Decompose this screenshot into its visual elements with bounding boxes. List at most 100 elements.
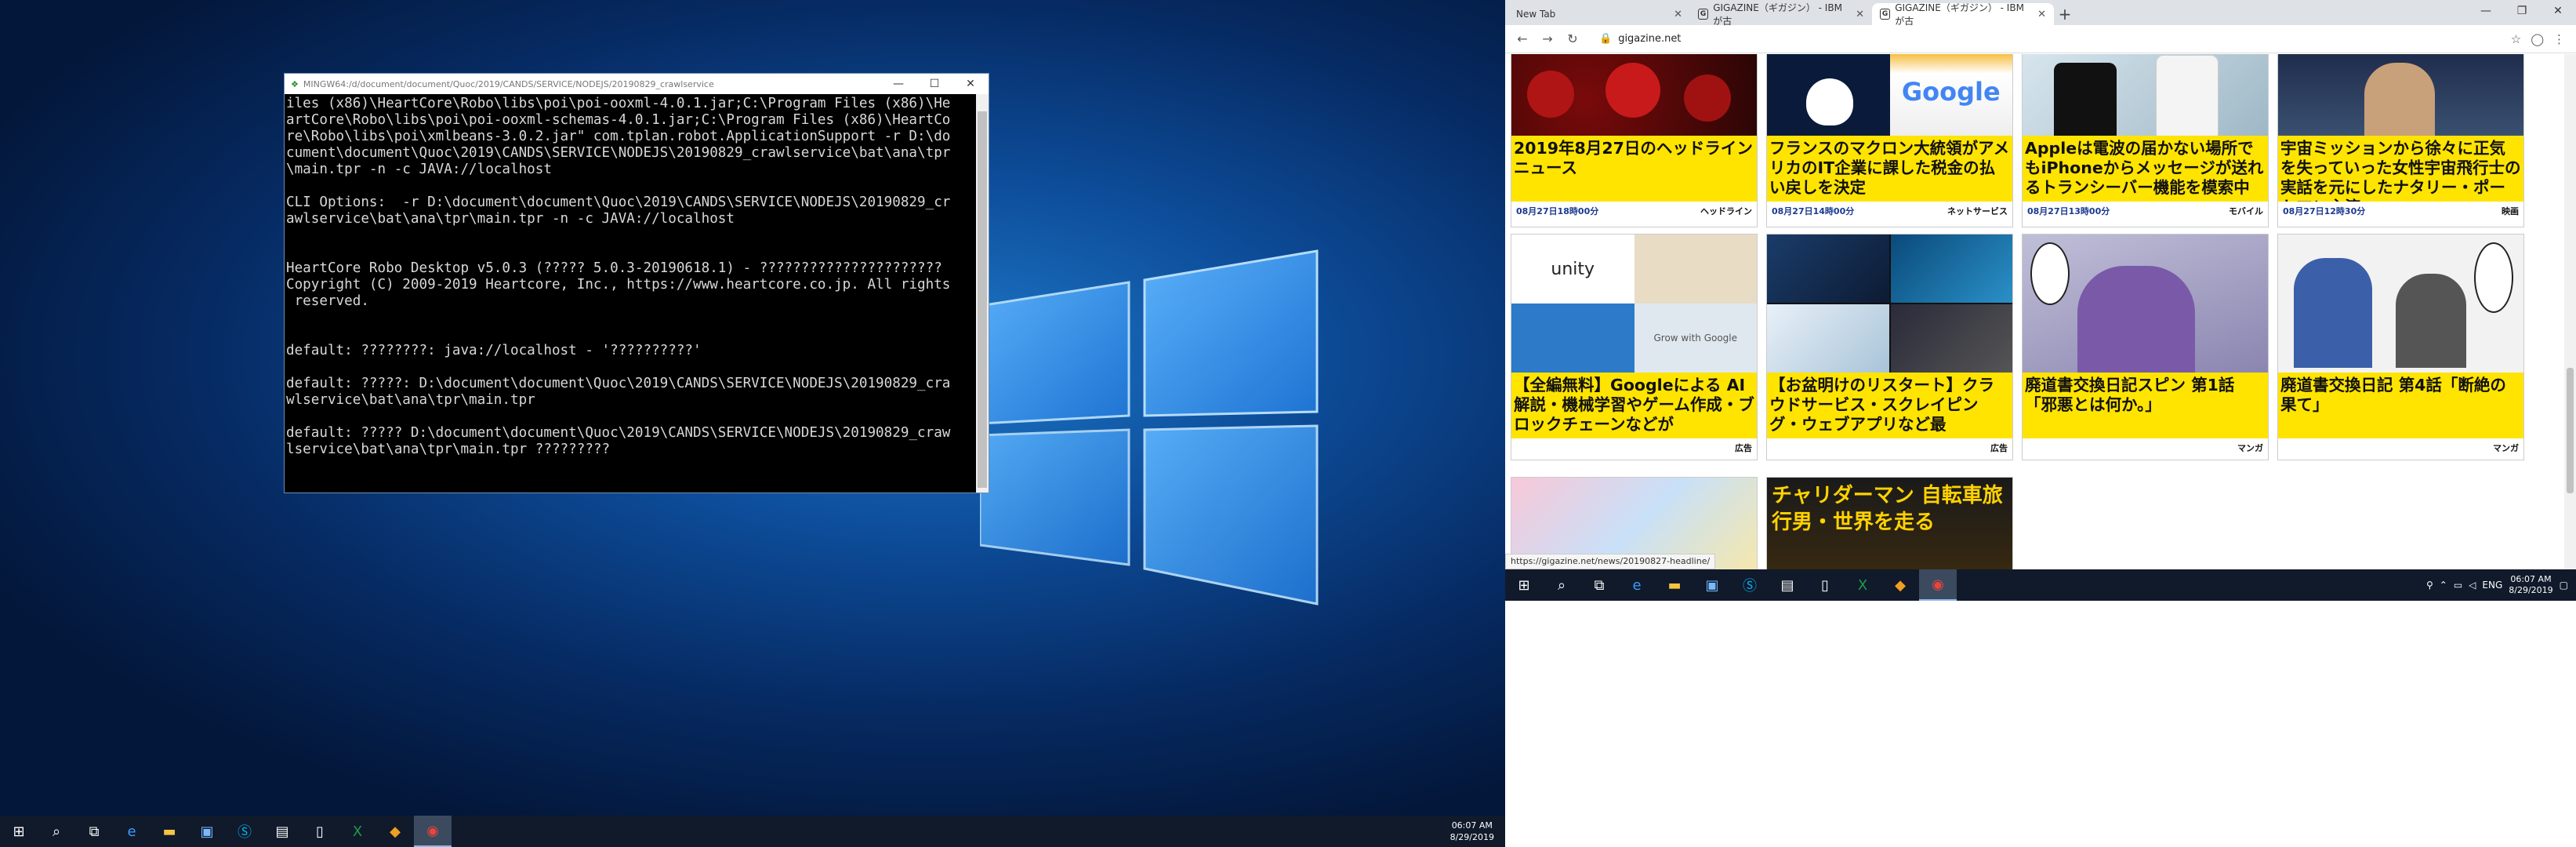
terminal-window[interactable]: ❖ MINGW64:/d/document/document/Quoc/2019… bbox=[284, 73, 989, 493]
app-icon[interactable]: ▤ bbox=[263, 816, 301, 847]
notification-icon[interactable]: ▢ bbox=[2560, 580, 2568, 591]
reload-icon[interactable]: ↻ bbox=[1562, 31, 1584, 46]
notepad-icon[interactable]: ▯ bbox=[1806, 569, 1844, 601]
terminal-titlebar[interactable]: ❖ MINGW64:/d/document/document/Quoc/2019… bbox=[285, 74, 989, 94]
network-icon[interactable]: ▭ bbox=[2454, 580, 2462, 591]
windows-start-icon[interactable]: ⊞ bbox=[0, 816, 38, 847]
maximize-button[interactable]: ☐ bbox=[916, 78, 952, 90]
article-category[interactable]: マンガ bbox=[2493, 442, 2519, 453]
windows-start-icon[interactable]: ⊞ bbox=[1505, 569, 1543, 601]
scrollbar-thumb[interactable] bbox=[978, 111, 987, 488]
remote-desktop-icon[interactable]: ▣ bbox=[188, 816, 226, 847]
article-title[interactable]: 廃道書交換日記 第4話「断絶の果て」 bbox=[2278, 373, 2523, 438]
git-icon[interactable]: ◆ bbox=[1881, 569, 1919, 601]
article-thumbnail[interactable] bbox=[2278, 234, 2523, 373]
search-icon[interactable]: ⌕ bbox=[1543, 569, 1580, 601]
article-card[interactable]: 廃道書交換日記 第4話「断絶の果て」 マンガ bbox=[2277, 234, 2524, 460]
article-card[interactable]: 宇宙ミッションから徐々に正気を失っていった女性宇宙飛行士の実話を元にしたナタリー… bbox=[2277, 54, 2524, 227]
terminal-scrollbar[interactable] bbox=[976, 94, 989, 493]
menu-icon[interactable]: ⋮ bbox=[2553, 32, 2565, 46]
article-title[interactable]: フランスのマクロン大統領がアメリカのIT企業に課した税金の払い戻しを決定 bbox=[1767, 136, 2012, 202]
article-thumbnail[interactable] bbox=[2278, 54, 2523, 136]
lock-icon: 🔒 bbox=[1599, 33, 1613, 45]
skype-icon[interactable]: Ⓢ bbox=[226, 816, 263, 847]
article-thumbnail[interactable]: unity Grow with Google bbox=[1511, 234, 1757, 373]
close-tab-icon[interactable]: ✕ bbox=[1674, 9, 1682, 20]
article-thumbnail[interactable] bbox=[1767, 234, 2012, 373]
forward-icon[interactable]: → bbox=[1537, 31, 1558, 46]
article-card[interactable]: 廃道書交換日記スピン 第1話「邪悪とは何か。」 マンガ bbox=[2022, 234, 2269, 460]
article-category[interactable]: モバイル bbox=[2229, 205, 2263, 216]
article-thumbnail[interactable]: Google bbox=[1767, 54, 2012, 136]
article-category[interactable]: マンガ bbox=[2237, 442, 2263, 453]
article-date: 08月27日13時00分 bbox=[2027, 206, 2110, 216]
file-explorer-icon[interactable]: ▬ bbox=[151, 816, 188, 847]
article-card[interactable]: チャリダーマン 自転車旅行男・世界を走る bbox=[1766, 477, 2013, 569]
skype-icon[interactable]: Ⓢ bbox=[1731, 569, 1769, 601]
close-tab-icon[interactable]: ✕ bbox=[1856, 9, 1864, 20]
tab-strip: New Tab ✕ G GIGAZINE（ギガジン） - IBMが古 ✕ G G… bbox=[1505, 0, 2576, 27]
search-icon[interactable]: ⌕ bbox=[38, 816, 75, 847]
article-title[interactable]: 2019年8月27日のヘッドラインニュース bbox=[1511, 136, 1757, 202]
minimize-button[interactable]: — bbox=[880, 78, 916, 90]
article-title[interactable]: 廃道書交換日記スピン 第1話「邪悪とは何か。」 bbox=[2023, 373, 2268, 438]
close-button[interactable]: ✕ bbox=[952, 78, 989, 90]
profile-icon[interactable]: ◯ bbox=[2531, 32, 2544, 46]
desktop-left: ❖ MINGW64:/d/document/document/Quoc/2019… bbox=[0, 0, 1505, 847]
task-view-icon[interactable]: ⧉ bbox=[1580, 569, 1618, 601]
article-card[interactable]: 2019年8月27日のヘッドラインニュース 08月27日18時00分 ヘッドライン bbox=[1511, 54, 1758, 227]
article-category[interactable]: 映画 bbox=[2502, 205, 2519, 216]
clock[interactable]: 06:07 AM 8/29/2019 bbox=[2509, 574, 2552, 596]
article-title[interactable]: 【お盆明けのリスタート】クラウドサービス・スクレイピング・ウェブアプリなど最 bbox=[1767, 373, 2012, 438]
chrome-icon[interactable]: ◉ bbox=[414, 816, 452, 847]
tab-gigazine-1[interactable]: G GIGAZINE（ギガジン） - IBMが古 ✕ bbox=[1690, 2, 1872, 27]
scrollbar-thumb[interactable] bbox=[2567, 368, 2574, 493]
minimize-button[interactable]: — bbox=[2468, 0, 2504, 22]
restore-button[interactable]: ❐ bbox=[2504, 0, 2540, 22]
app-icon[interactable]: ▤ bbox=[1769, 569, 1806, 601]
page-scrollbar[interactable] bbox=[2564, 54, 2576, 569]
tab-gigazine-2[interactable]: G GIGAZINE（ギガジン） - IBMが古 ✕ bbox=[1872, 2, 2054, 27]
article-category[interactable]: 広告 bbox=[1990, 442, 2008, 453]
terminal-output[interactable]: iles (x86)\HeartCore\Robo\libs\poi\poi-o… bbox=[285, 94, 976, 493]
article-card[interactable]: unity Grow with Google 【全編無料】Googleによる A… bbox=[1511, 234, 1758, 460]
excel-icon[interactable]: X bbox=[1844, 569, 1881, 601]
article-thumbnail[interactable] bbox=[1511, 54, 1757, 136]
volume-icon[interactable]: ◁ bbox=[2469, 580, 2476, 591]
task-view-icon[interactable]: ⧉ bbox=[75, 816, 113, 847]
article-title[interactable]: 【全編無料】Googleによる AI解説・機械学習やゲーム作成・ブロックチェーン… bbox=[1511, 373, 1757, 438]
article-title[interactable]: Appleは電波の届かない場所でもiPhoneからメッセージが送れるトランシーバ… bbox=[2023, 136, 2268, 202]
excel-icon[interactable]: X bbox=[339, 816, 376, 847]
new-tab-button[interactable]: + bbox=[2054, 3, 2076, 25]
terminal-line: default: ????????: java://localhost - '?… bbox=[286, 343, 702, 358]
article-title[interactable]: 宇宙ミッションから徐々に正気を失っていった女性宇宙飛行士の実話を元にしたナタリー… bbox=[2278, 136, 2523, 202]
edge-icon[interactable]: e bbox=[113, 816, 151, 847]
notepad-icon[interactable]: ▯ bbox=[301, 816, 339, 847]
terminal-line: wlservice\bat\ana\tpr\main.tpr bbox=[286, 392, 535, 408]
chrome-icon[interactable]: ◉ bbox=[1919, 569, 1957, 601]
bookmark-star-icon[interactable]: ☆ bbox=[2511, 32, 2521, 46]
address-bar[interactable]: 🔒 gigazine.net ☆ ◯ ⋮ bbox=[1593, 29, 2570, 49]
article-category[interactable]: 広告 bbox=[1735, 442, 1752, 453]
article-thumbnail[interactable] bbox=[2023, 234, 2268, 373]
file-explorer-icon[interactable]: ▬ bbox=[1656, 569, 1693, 601]
article-card[interactable]: Appleは電波の届かない場所でもiPhoneからメッセージが送れるトランシーバ… bbox=[2022, 54, 2269, 227]
back-icon[interactable]: ← bbox=[1511, 31, 1533, 46]
remote-desktop-icon[interactable]: ▣ bbox=[1693, 569, 1731, 601]
close-button[interactable]: ✕ bbox=[2540, 0, 2576, 22]
language-indicator[interactable]: ENG bbox=[2482, 580, 2502, 591]
article-thumbnail[interactable] bbox=[2023, 54, 2268, 136]
tab-new-tab[interactable]: New Tab ✕ bbox=[1508, 3, 1690, 25]
people-icon[interactable]: ⚲ bbox=[2426, 580, 2433, 591]
article-category[interactable]: ネットサービス bbox=[1947, 205, 2008, 216]
clock[interactable]: 06:07 AM 8/29/2019 bbox=[1450, 820, 1505, 843]
article-category[interactable]: ヘッドライン bbox=[1700, 205, 1752, 216]
terminal-line: CLI Options: -r D:\document\document\Quo… bbox=[286, 194, 951, 210]
article-card[interactable]: Google フランスのマクロン大統領がアメリカのIT企業に課した税金の払い戻し… bbox=[1766, 54, 2013, 227]
terminal-line: cument\document\Quoc\2019\CANDS\SERVICE\… bbox=[286, 145, 951, 161]
close-tab-icon[interactable]: ✕ bbox=[2037, 9, 2046, 20]
git-icon[interactable]: ◆ bbox=[376, 816, 414, 847]
article-card[interactable]: 【お盆明けのリスタート】クラウドサービス・スクレイピング・ウェブアプリなど最 広… bbox=[1766, 234, 2013, 460]
edge-icon[interactable]: e bbox=[1618, 569, 1656, 601]
chevron-up-icon[interactable]: ⌃ bbox=[2440, 580, 2447, 591]
